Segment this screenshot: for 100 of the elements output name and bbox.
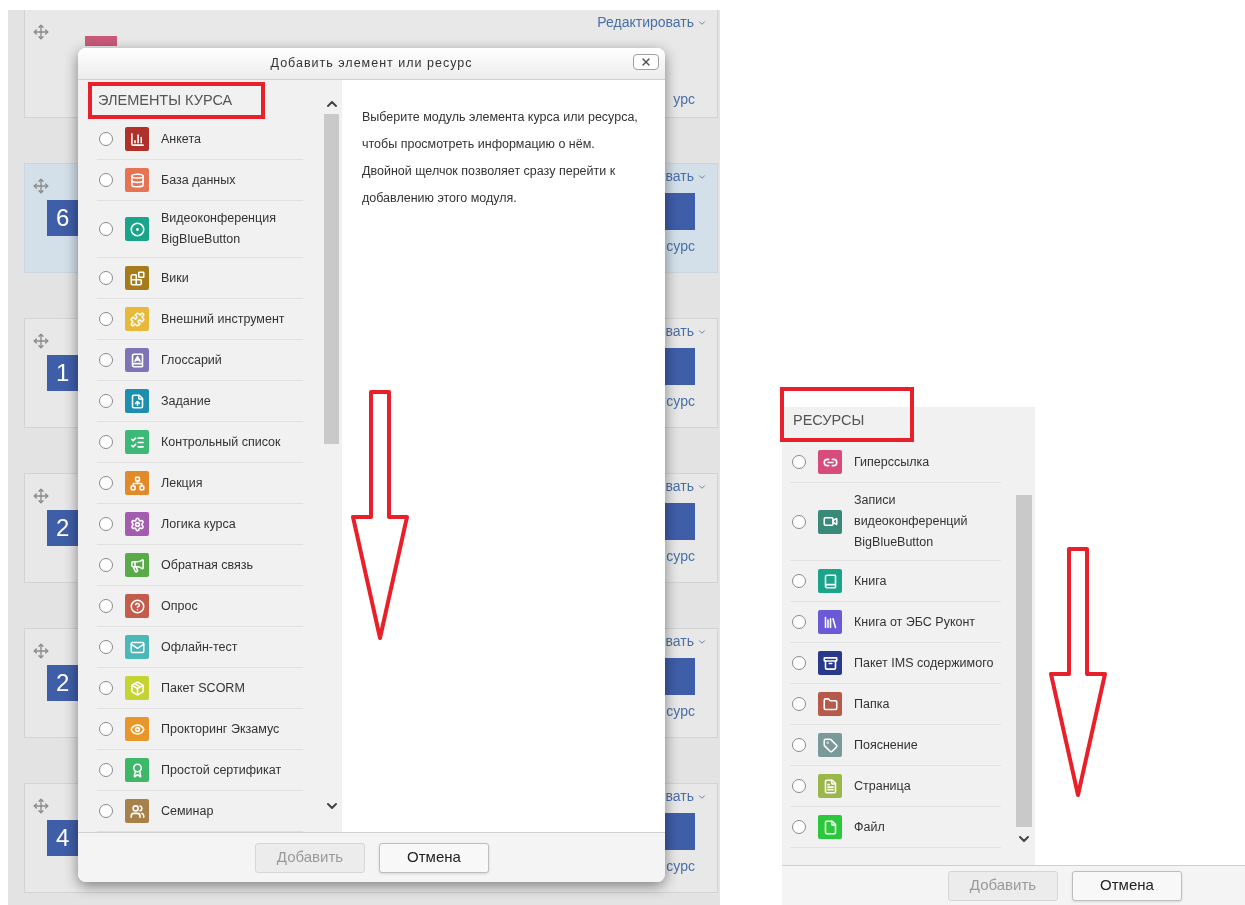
module-option[interactable]: Гиперссылка: [790, 442, 1001, 483]
module-option[interactable]: Глоссарий: [97, 340, 303, 381]
move-icon[interactable]: [33, 643, 49, 659]
radio-button[interactable]: [99, 173, 113, 187]
radio-button[interactable]: [99, 681, 113, 695]
resource-link[interactable]: сурс: [666, 546, 695, 567]
module-option[interactable]: Внешний инструмент: [97, 299, 303, 340]
module-label: Гиперссылка: [854, 453, 930, 471]
module-label: Опрос: [161, 597, 198, 615]
section-number: 1: [47, 355, 78, 391]
move-icon[interactable]: [33, 488, 49, 504]
module-option[interactable]: Логика курса: [97, 504, 303, 545]
radio-button[interactable]: [792, 697, 806, 711]
dialog-button[interactable]: Отмена: [379, 842, 489, 873]
move-icon[interactable]: [33, 24, 49, 40]
radio-button[interactable]: [99, 476, 113, 490]
module-label: Анкета: [161, 130, 201, 148]
resource-link[interactable]: сурс: [666, 701, 695, 722]
module-option[interactable]: Контрольный список: [97, 422, 303, 463]
section-block: [665, 348, 695, 385]
module-option[interactable]: Обратная связь: [97, 545, 303, 586]
module-label: Пакет IMS содержимого: [854, 654, 994, 672]
module-option[interactable]: Книга от ЭБС Руконт: [790, 602, 1001, 643]
radio-button[interactable]: [792, 615, 806, 629]
radio-button[interactable]: [792, 574, 806, 588]
module-option[interactable]: Книга: [790, 561, 1001, 602]
dialog-title: Добавить элемент или ресурс: [270, 55, 473, 73]
module-option[interactable]: Папка: [790, 684, 1001, 725]
radio-button[interactable]: [792, 455, 806, 469]
module-label: Семинар: [161, 802, 214, 820]
move-icon[interactable]: [33, 178, 49, 194]
module-option[interactable]: База данных: [97, 160, 303, 201]
module-label: Вики: [161, 269, 189, 287]
module-option[interactable]: Записи видеоконференций BigBlueButton: [790, 483, 1001, 561]
resource-link[interactable]: сурс: [666, 391, 695, 412]
radio-button[interactable]: [99, 558, 113, 572]
section-block: [665, 658, 695, 695]
radio-button[interactable]: [99, 640, 113, 654]
radio-button[interactable]: [99, 435, 113, 449]
module-option[interactable]: Пакет SCORM: [97, 668, 303, 709]
radio-button[interactable]: [99, 222, 113, 236]
radio-button[interactable]: [792, 738, 806, 752]
module-option[interactable]: Анкета: [97, 119, 303, 160]
module-option[interactable]: Опрос: [97, 586, 303, 627]
module-option[interactable]: Лекция: [97, 463, 303, 504]
radio-button[interactable]: [792, 656, 806, 670]
module-label: Прокторинг Экзамус: [161, 720, 280, 738]
resource-link[interactable]: сурс: [666, 856, 695, 877]
section-number: 2: [47, 510, 78, 546]
module-label: Видеоконференция BigBlueButton: [161, 210, 277, 248]
radio-button[interactable]: [99, 722, 113, 736]
module-option[interactable]: Задание: [97, 381, 303, 422]
module-option[interactable]: Пакет IMS содержимого: [790, 643, 1001, 684]
module-option[interactable]: Вики: [97, 258, 303, 299]
module-label: Книга от ЭБС Руконт: [854, 613, 976, 631]
edit-menu-link[interactable]: вать: [665, 321, 694, 342]
module-option[interactable]: Простой сертификат: [97, 750, 303, 791]
edit-menu-link[interactable]: вать: [665, 476, 694, 497]
radio-button[interactable]: [99, 312, 113, 326]
radio-button[interactable]: [792, 779, 806, 793]
edit-menu-link[interactable]: Редактировать: [597, 12, 694, 33]
scrollbar-thumb[interactable]: [1016, 495, 1032, 827]
scrollbar-thumb[interactable]: [324, 114, 339, 444]
module-label: Задание: [161, 392, 211, 410]
section-heading: РЕСУРСЫ: [780, 387, 914, 442]
radio-button[interactable]: [792, 514, 806, 529]
edit-menu-link[interactable]: вать: [665, 786, 694, 807]
radio-button[interactable]: [99, 353, 113, 367]
section-icon: [85, 36, 117, 46]
resource-link[interactable]: сурс: [666, 236, 695, 257]
edit-menu-link[interactable]: вать: [665, 166, 694, 187]
radio-button[interactable]: [99, 271, 113, 285]
radio-button[interactable]: [99, 804, 113, 818]
radio-button[interactable]: [99, 517, 113, 531]
edit-menu-link[interactable]: вать: [665, 631, 694, 652]
module-label: Пакет SCORM: [161, 679, 245, 697]
module-label: Внешний инструмент: [161, 310, 285, 328]
module-option[interactable]: Страница: [790, 766, 1001, 807]
radio-button[interactable]: [99, 394, 113, 408]
resource-link[interactable]: урс: [673, 89, 695, 110]
radio-button[interactable]: [99, 763, 113, 777]
radio-button[interactable]: [99, 599, 113, 613]
module-label: Страница: [854, 777, 911, 795]
module-label: Лекция: [161, 474, 203, 492]
section-number: 4: [47, 820, 78, 856]
radio-button[interactable]: [792, 820, 806, 834]
module-label: Пояснение: [854, 736, 918, 754]
module-option[interactable]: Файл: [790, 807, 1001, 848]
close-button[interactable]: [633, 54, 659, 70]
module-option[interactable]: Офлайн-тест: [97, 627, 303, 668]
module-description: Выберите модуль элемента курса или ресурса, чтобы просмотреть информацию о нём. Двойной щелчок позволяет сразу перейти к добавлению этого модуля.: [362, 109, 639, 207]
section-heading: ЭЛЕМЕНТЫ КУРСА: [88, 82, 265, 119]
dialog-button[interactable]: Отмена: [1072, 870, 1182, 901]
move-icon[interactable]: [33, 333, 49, 349]
module-option[interactable]: Пояснение: [790, 725, 1001, 766]
move-icon[interactable]: [33, 798, 49, 814]
module-option[interactable]: Прокторинг Экзамус: [97, 709, 303, 750]
module-option[interactable]: Видеоконференция BigBlueButton: [97, 201, 303, 258]
module-label: Офлайн-тест: [161, 638, 238, 656]
radio-button[interactable]: [99, 132, 113, 146]
